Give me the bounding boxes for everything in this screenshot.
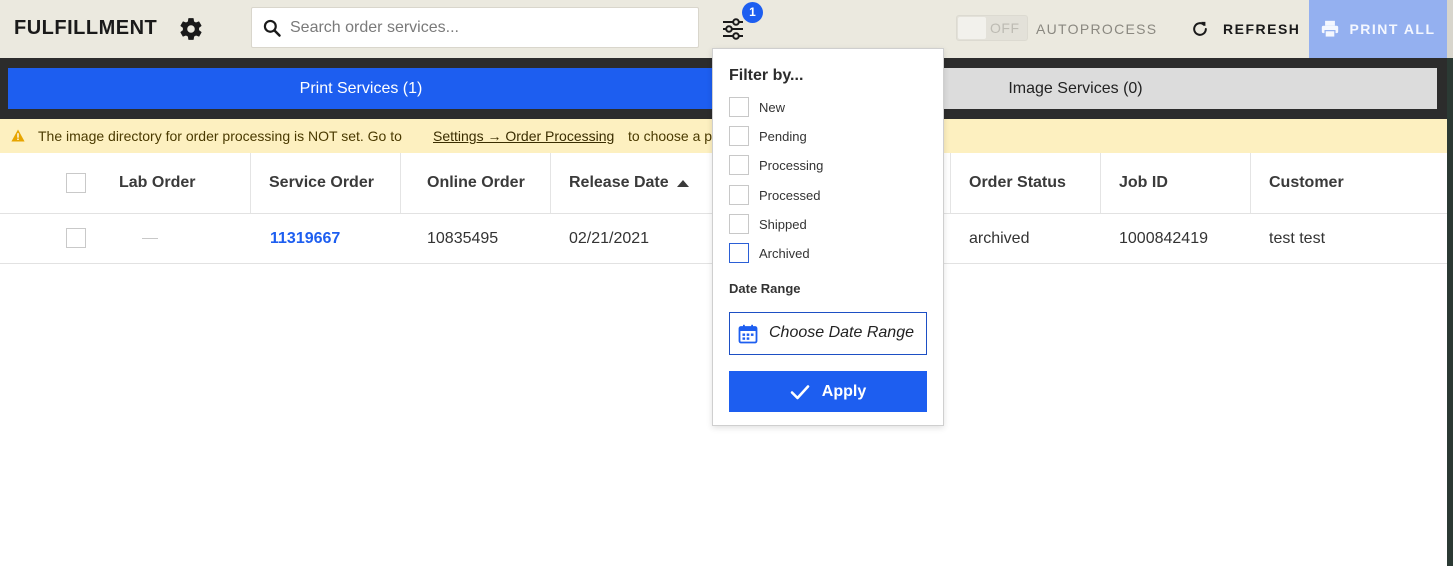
column-online-order[interactable]: Online Order xyxy=(427,153,525,213)
column-divider xyxy=(1250,153,1251,213)
filter-option-archived[interactable]: Archived xyxy=(729,243,810,263)
sort-ascending-icon xyxy=(676,179,689,187)
cell-release-date: 02/21/2021 xyxy=(569,229,650,247)
toggle-state-label: OFF xyxy=(990,20,1020,36)
filter-option-label: Pending xyxy=(759,128,807,144)
filter-option-label: Processed xyxy=(759,187,821,203)
filter-option-processing[interactable]: Processing xyxy=(729,155,823,175)
filter-checkbox[interactable] xyxy=(729,243,749,263)
search-box xyxy=(251,7,699,48)
warning-message: The image directory for order processing… xyxy=(38,128,402,144)
filter-title: Filter by... xyxy=(729,67,804,84)
column-lab-order[interactable]: Lab Order xyxy=(119,153,195,213)
column-divider xyxy=(950,153,951,213)
service-order-link[interactable]: 11319667 xyxy=(270,230,340,248)
column-divider xyxy=(250,153,251,213)
select-all-checkbox[interactable] xyxy=(66,173,86,193)
filter-option-shipped[interactable]: Shipped xyxy=(729,214,807,234)
date-range-heading: Date Range xyxy=(729,281,801,296)
gear-icon[interactable] xyxy=(178,16,204,42)
warning-icon xyxy=(11,129,25,142)
warning-message-continued: to choose a p xyxy=(628,128,713,144)
filter-dropdown: Filter by... New Pending Processing Proc… xyxy=(712,48,944,426)
refresh-button[interactable]: REFRESH xyxy=(1190,17,1300,41)
filter-checkbox[interactable] xyxy=(729,126,749,146)
calendar-icon xyxy=(738,324,758,344)
window-edge-top xyxy=(1447,0,1453,58)
filter-option-new[interactable]: New xyxy=(729,97,785,117)
cell-customer: test test xyxy=(1269,229,1326,247)
autoprocess-label: AUTOPROCESS xyxy=(1036,21,1158,37)
apply-label: Apply xyxy=(821,382,867,400)
date-range-placeholder: Choose Date Range xyxy=(769,324,914,341)
app-frame: FULFILLMENT 1 OFF AUTOPROCESS xyxy=(0,0,1453,566)
column-divider xyxy=(550,153,551,213)
lab-order-empty-dash xyxy=(142,238,158,239)
search-input[interactable] xyxy=(290,8,690,47)
print-all-button[interactable]: PRINT ALL xyxy=(1309,0,1447,58)
checkmark-icon xyxy=(790,384,810,399)
column-order-status[interactable]: Order Status xyxy=(969,153,1066,213)
column-divider xyxy=(1100,153,1101,213)
window-edge xyxy=(1447,0,1453,566)
filter-option-label: Processing xyxy=(759,157,824,173)
row-checkbox[interactable] xyxy=(66,228,86,248)
column-divider xyxy=(400,153,401,213)
date-range-picker[interactable]: Choose Date Range xyxy=(729,312,927,355)
app-title: FULFILLMENT xyxy=(14,17,158,39)
filter-option-processed[interactable]: Processed xyxy=(729,185,820,205)
filter-checkbox[interactable] xyxy=(729,214,749,234)
refresh-icon xyxy=(1193,21,1207,36)
cell-online-order: 10835495 xyxy=(427,229,499,247)
column-release-date: Release Date xyxy=(569,174,669,191)
filter-count-badge: 1 xyxy=(742,2,763,23)
search-icon xyxy=(263,19,281,37)
cell-order-status: archived xyxy=(969,229,1030,247)
settings-order-processing-link[interactable]: Settings → Order Processing xyxy=(433,128,614,144)
toggle-knob xyxy=(958,17,986,39)
filter-option-label: New xyxy=(759,99,786,115)
apply-button[interactable]: Apply xyxy=(729,371,927,412)
filter-option-label: Archived xyxy=(759,245,810,261)
print-all-label: PRINT ALL xyxy=(1349,21,1436,37)
filter-option-label: Shipped xyxy=(759,216,807,232)
filter-checkbox[interactable] xyxy=(729,185,749,205)
filter-option-pending[interactable]: Pending xyxy=(729,126,807,146)
autoprocess-toggle[interactable]: OFF xyxy=(956,15,1028,41)
column-job-id[interactable]: Job ID xyxy=(1119,153,1168,213)
cell-job-id: 1000842419 xyxy=(1119,229,1208,247)
column-service-order[interactable]: Service Order xyxy=(269,153,374,213)
cell-service-order: 11319667 xyxy=(270,214,340,263)
column-release-date-header[interactable]: Release Date xyxy=(569,153,689,213)
printer-icon xyxy=(1322,20,1339,38)
tab-print-services[interactable]: Print Services (1) xyxy=(8,68,714,109)
refresh-label: REFRESH xyxy=(1223,21,1301,37)
filter-checkbox[interactable] xyxy=(729,155,749,175)
column-customer[interactable]: Customer xyxy=(1269,153,1344,213)
filter-checkbox[interactable] xyxy=(729,97,749,117)
